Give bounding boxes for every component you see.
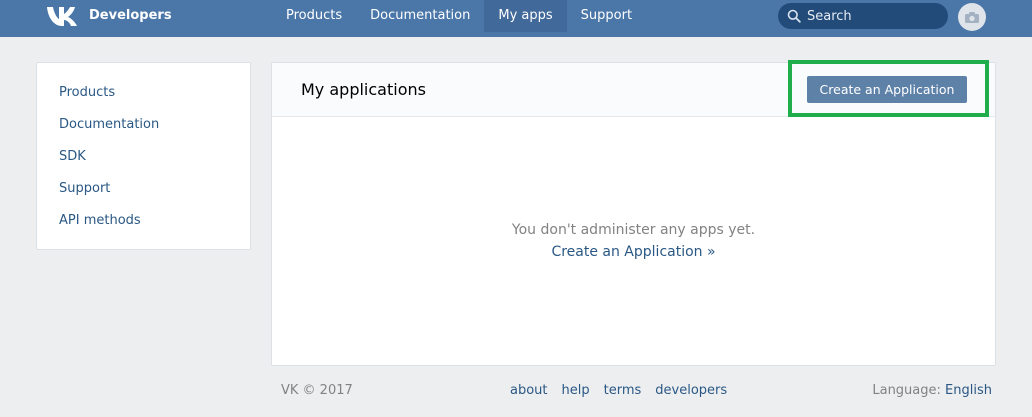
footer-links: about help terms developers [510,383,727,398]
nav-support[interactable]: Support [567,0,646,32]
sidebar-item-support[interactable]: Support [37,175,250,207]
footer-link-help[interactable]: help [562,383,590,398]
main-panel: My applications Create an Application Yo… [271,60,996,366]
create-application-link[interactable]: Create an Application » [272,241,995,263]
search-box[interactable] [778,3,948,29]
footer-link-developers[interactable]: developers [655,383,727,398]
sidebar-item-api-methods[interactable]: API methods [37,207,250,239]
top-nav: Products Documentation My apps Support [272,0,646,32]
sidebar-item-products[interactable]: Products [37,79,250,111]
vk-logo-icon[interactable] [46,4,80,28]
footer-copyright: VK © 2017 [281,383,353,398]
sidebar-item-sdk[interactable]: SDK [37,143,250,175]
page-title: My applications [301,80,426,99]
search-input[interactable] [807,8,947,24]
footer-link-about[interactable]: about [510,383,548,398]
nav-my-apps[interactable]: My apps [484,0,567,32]
empty-state-text: You don't administer any apps yet. [511,222,756,238]
language-label: Language: [872,383,941,398]
nav-products[interactable]: Products [272,0,356,32]
search-icon [787,9,801,23]
nav-documentation[interactable]: Documentation [356,0,484,32]
footer-link-terms[interactable]: terms [604,383,642,398]
footer-language: Language: English [872,383,992,398]
sidebar-item-documentation[interactable]: Documentation [37,111,250,143]
create-application-button[interactable]: Create an Application [807,76,967,103]
top-bar: Developers Products Documentation My app… [0,0,1032,37]
language-selector[interactable]: English [945,383,992,398]
empty-state: You don't administer any apps yet. Creat… [272,219,995,263]
avatar[interactable] [958,3,986,31]
sidebar: Products Documentation SDK Support API m… [36,62,251,250]
brand-title[interactable]: Developers [89,8,172,23]
main-header: My applications Create an Application [272,60,995,117]
camera-icon [965,11,979,23]
